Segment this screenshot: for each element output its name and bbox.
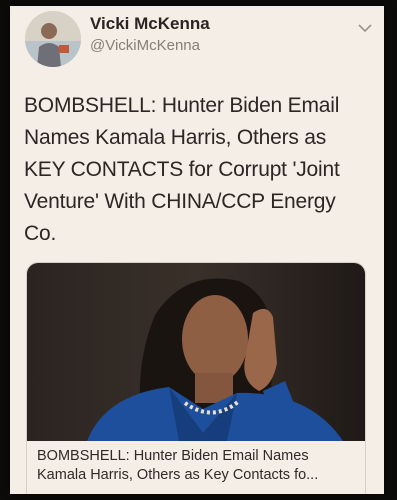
tweet-line: Names Kamala Harris, Others as: [24, 126, 327, 149]
link-preview-image[interactable]: [27, 263, 365, 441]
author-handle[interactable]: @VickiMcKenna: [90, 37, 200, 54]
tweet-line: Venture' With CHINA/CCP Energy: [24, 190, 336, 213]
link-title-line: BOMBSHELL: Hunter Biden Email Names: [37, 448, 309, 464]
link-preview-title[interactable]: BOMBSHELL: Hunter Biden Email Names Kama…: [37, 447, 359, 485]
profile-photo-icon: [25, 11, 81, 67]
tweet-line: Co.: [24, 222, 57, 245]
chevron-down-icon[interactable]: [358, 20, 372, 33]
tweet-text: BOMBSHELL: Hunter Biden Email Names Kama…: [24, 90, 374, 250]
tweet-line: BOMBSHELL: Hunter Biden Email: [24, 94, 340, 117]
author-name[interactable]: Vicki McKenna: [90, 14, 210, 34]
tweet-card[interactable]: Vicki McKenna @VickiMcKenna BOMBSHELL: H…: [10, 6, 384, 494]
article-photo-icon: [27, 263, 365, 441]
link-title-line: Kamala Harris, Others as Key Contacts fo…: [37, 467, 319, 483]
link-preview-card[interactable]: BOMBSHELL: Hunter Biden Email Names Kama…: [26, 262, 366, 494]
avatar[interactable]: [25, 11, 81, 67]
tweet-line: KEY CONTACTS for Corrupt 'Joint: [24, 158, 340, 181]
